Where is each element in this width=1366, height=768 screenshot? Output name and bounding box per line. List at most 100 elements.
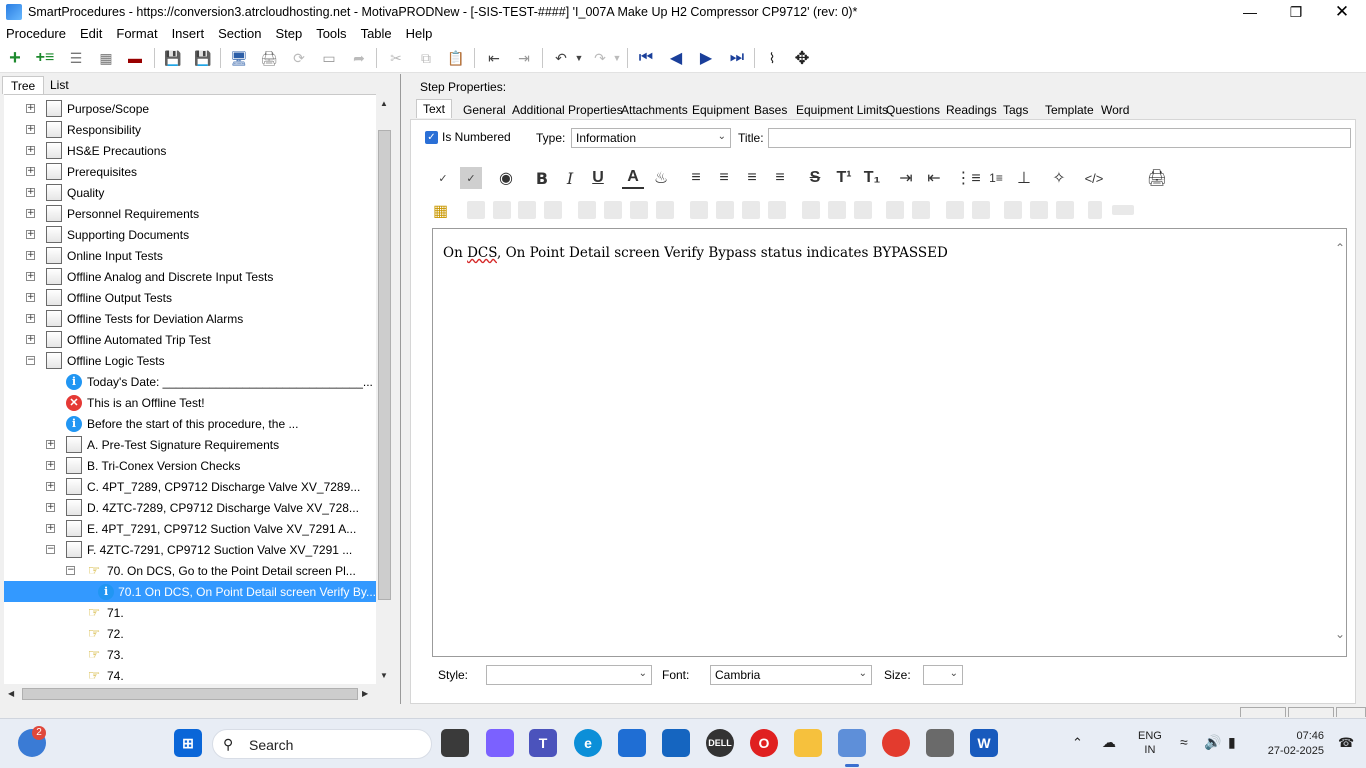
indent-icon[interactable]: ⇥ — [514, 48, 534, 68]
menu-edit[interactable]: Edit — [80, 26, 102, 41]
is-numbered-checkbox[interactable]: ✓ — [425, 131, 438, 144]
print-preview-icon[interactable]: 🖨 — [1146, 167, 1168, 189]
tree-vertical-scrollbar[interactable]: ▲ ▼ — [376, 94, 393, 684]
teams-icon[interactable]: T — [529, 729, 557, 757]
table-tool-icon[interactable] — [493, 201, 511, 219]
expand-icon[interactable]: + — [26, 104, 35, 113]
table-tool-icon[interactable] — [912, 201, 930, 219]
tree-node[interactable]: + B. Tri-Conex Version Checks — [46, 455, 240, 476]
tree-node[interactable]: + Prerequisites — [26, 161, 137, 182]
table-tool-icon[interactable] — [544, 201, 562, 219]
scroll-right-icon[interactable]: ▶ — [362, 689, 368, 698]
magic-wand-icon[interactable]: ✧ — [1048, 167, 1070, 189]
expand-icon[interactable]: + — [46, 440, 55, 449]
copilot-icon[interactable] — [486, 729, 514, 757]
subscript-icon[interactable]: T₁ — [861, 167, 883, 189]
bold-icon[interactable]: B — [531, 167, 553, 189]
tree-node[interactable]: ☞ 71. — [66, 602, 124, 623]
volume-icon[interactable]: 🔊 — [1204, 734, 1221, 751]
tree-hscroll-thumb[interactable] — [22, 688, 358, 700]
tree-node[interactable]: + E. 4PT_7291, CP9712 Suction Valve XV_72… — [46, 518, 356, 539]
table-tool-icon[interactable] — [518, 201, 536, 219]
undo-icon[interactable]: ↶ — [551, 48, 571, 68]
clock[interactable]: 07:46 27-02-2025 — [1258, 729, 1324, 759]
expand-icon[interactable]: + — [26, 314, 35, 323]
menu-step[interactable]: Step — [275, 26, 302, 41]
size-select[interactable]: ⌄ — [923, 665, 963, 685]
tab-tree[interactable]: Tree — [2, 76, 45, 94]
opera-icon[interactable]: O — [750, 729, 778, 757]
battery-icon[interactable]: ▮ — [1228, 734, 1236, 751]
outdent-icon[interactable]: ⇤ — [484, 48, 504, 68]
table-tool-icon[interactable] — [1088, 201, 1102, 219]
style-select[interactable]: ⌄ — [486, 665, 652, 685]
numbered-list-icon[interactable]: 1≡ — [985, 167, 1007, 189]
tree-node[interactable]: + HS&E Precautions — [26, 140, 166, 161]
tree-node[interactable]: + Supporting Documents — [26, 224, 189, 245]
list-icon[interactable]: ☰ — [66, 48, 86, 68]
type-select[interactable]: Information ⌄ — [571, 128, 731, 148]
expand-icon[interactable]: + — [26, 209, 35, 218]
table-tool-icon[interactable] — [578, 201, 596, 219]
minimize-button[interactable]: — — [1227, 0, 1273, 24]
tab-equipment[interactable]: Equipment — [692, 103, 749, 117]
table-tool-icon[interactable] — [1056, 201, 1074, 219]
tree-node[interactable]: ☞ 74. — [66, 665, 124, 684]
store-icon[interactable] — [618, 729, 646, 757]
table-tool-icon[interactable] — [690, 201, 708, 219]
notification-bell-icon[interactable]: ☎ — [1338, 735, 1354, 751]
table-tool-icon[interactable] — [1004, 201, 1022, 219]
title-input[interactable] — [768, 128, 1351, 148]
expand-icon[interactable]: + — [26, 272, 35, 281]
tree-node[interactable]: + C. 4PT_7289, CP9712 Discharge Valve XV_… — [46, 476, 360, 497]
expand-icon[interactable]: + — [26, 167, 35, 176]
tree-node[interactable]: + Quality — [26, 182, 104, 203]
paste-icon[interactable]: 📋 — [446, 48, 466, 68]
collapse-icon[interactable]: − — [66, 566, 75, 575]
editor-scroll-up-icon[interactable]: ⌃ — [1335, 241, 1345, 255]
step-text-editor[interactable]: On DCS, On Point Detail screen Verify By… — [432, 228, 1347, 657]
table-tool-icon[interactable] — [802, 201, 820, 219]
table-tool-icon[interactable] — [1030, 201, 1048, 219]
tree-node[interactable]: + Personnel Requirements — [26, 203, 199, 224]
expand-icon[interactable]: + — [26, 251, 35, 260]
tree-node[interactable]: + Offline Output Tests — [26, 287, 172, 308]
editor-scroll-down-icon[interactable]: ⌄ — [1335, 627, 1345, 641]
align-left-icon[interactable]: ≡ — [685, 167, 707, 189]
scroll-down-icon[interactable]: ▼ — [380, 671, 388, 680]
table-tool-icon[interactable] — [656, 201, 674, 219]
justify-icon[interactable]: ≡ — [769, 167, 791, 189]
word-icon[interactable]: W — [970, 729, 998, 757]
tree-node[interactable]: ☞ 72. — [66, 623, 124, 644]
tab-text[interactable]: Text — [416, 99, 453, 118]
window-icon[interactable]: ▭ — [319, 48, 339, 68]
table-tool-icon[interactable] — [1112, 205, 1134, 215]
task-view-icon[interactable] — [441, 729, 469, 757]
refresh-icon[interactable]: ⟳ — [289, 48, 309, 68]
scroll-up-icon[interactable]: ▲ — [380, 99, 388, 108]
align-center-icon[interactable]: ≡ — [713, 167, 735, 189]
bullet-list-icon[interactable]: ⋮≡ — [955, 167, 980, 189]
tree-node[interactable]: + Offline Tests for Deviation Alarms — [26, 308, 243, 329]
circle-icon[interactable]: ◉ — [495, 167, 517, 189]
insert-table-icon[interactable]: ▦ — [433, 201, 451, 220]
chrome-icon[interactable] — [882, 729, 910, 757]
expand-icon[interactable]: + — [26, 230, 35, 239]
table-tool-icon[interactable] — [604, 201, 622, 219]
cut-icon[interactable]: ✂ — [386, 48, 406, 68]
expand-icon[interactable]: + — [46, 524, 55, 533]
tree-node[interactable]: + D. 4ZTC-7289, CP9712 Discharge Valve XV… — [46, 497, 359, 518]
table-tool-icon[interactable] — [768, 201, 786, 219]
undo-dropdown-icon[interactable]: ▼ — [569, 48, 589, 68]
html-code-icon[interactable]: </> — [1083, 167, 1105, 189]
tree-node[interactable]: + A. Pre-Test Signature Requirements — [46, 434, 279, 455]
network-icon[interactable]: ☁ — [1102, 734, 1116, 751]
edge-icon[interactable]: e — [574, 729, 602, 757]
expand-icon[interactable]: + — [46, 503, 55, 512]
tree-scroll-thumb[interactable] — [378, 130, 391, 600]
align-right-icon[interactable]: ≡ — [741, 167, 763, 189]
smartprocedures-icon[interactable] — [838, 729, 866, 757]
auto-spellcheck-icon[interactable]: ✓ — [460, 167, 482, 189]
copy-icon[interactable]: ⧉ — [416, 48, 436, 68]
redo-dropdown-icon[interactable]: ▼ — [607, 48, 627, 68]
